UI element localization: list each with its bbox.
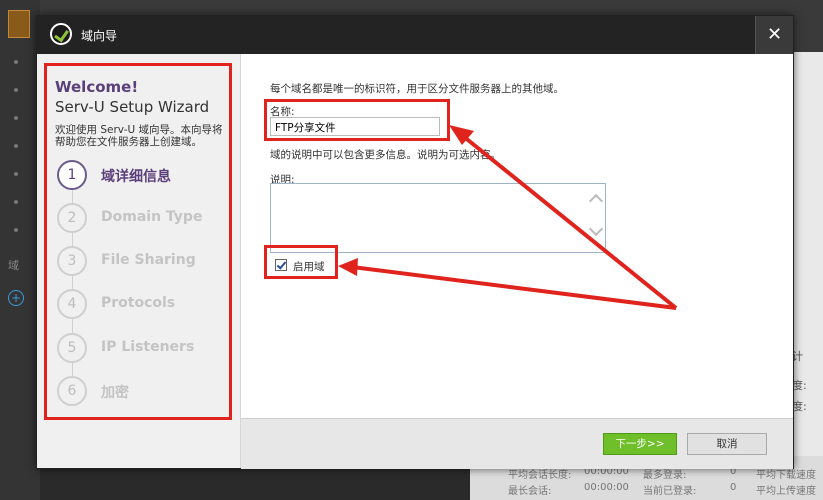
step-label: File Sharing xyxy=(101,252,196,268)
step-number: 5 xyxy=(57,333,87,363)
welcome-heading: Welcome! xyxy=(55,78,139,96)
step-label: Domain Type xyxy=(101,209,203,225)
step-label: IP Listeners xyxy=(101,339,195,355)
scroll-up-icon[interactable] xyxy=(588,193,604,209)
dialog-footer: 下一步>> 取消 xyxy=(241,418,793,469)
step-label: 域详细信息 xyxy=(101,169,171,185)
step-label: Protocols xyxy=(101,295,176,311)
background-stats-panel: 计 度: 度: xyxy=(790,52,823,500)
next-button[interactable]: 下一步>> xyxy=(603,433,677,455)
step-label: 加密 xyxy=(101,385,129,401)
domain-details-form: 每个域名都是唯一的标识符，用于区分文件服务器上的其他域。 名称: FTP分享文件… xyxy=(241,54,793,418)
sidebar-bullet xyxy=(14,228,18,232)
sidebar-bullet xyxy=(14,200,18,204)
sidebar-bullet xyxy=(14,60,18,64)
step-number: 2 xyxy=(57,203,87,233)
domain-name-input[interactable]: FTP分享文件 xyxy=(270,117,440,136)
step-number: 4 xyxy=(57,289,87,319)
dialog-titlebar[interactable]: 域向导 ✕ xyxy=(37,16,793,54)
stats-label: 度: xyxy=(792,379,807,392)
description-hint-text: 域的说明中可以包含更多信息。说明为可选内容。 xyxy=(270,149,501,161)
close-button[interactable]: ✕ xyxy=(755,16,793,54)
app-logo xyxy=(8,10,30,38)
sidebar-bullet xyxy=(14,116,18,120)
stat-value: 00:00:00 xyxy=(584,482,629,493)
sidebar-bullet xyxy=(14,172,18,176)
form-intro-text: 每个域名都是唯一的标识符，用于区分文件服务器上的其他域。 xyxy=(270,83,564,95)
step-number: 1 xyxy=(57,160,87,190)
sidebar-bullet xyxy=(14,88,18,92)
step-number: 3 xyxy=(57,246,87,276)
stats-label: 度: xyxy=(792,400,807,413)
description-textarea[interactable] xyxy=(270,183,606,253)
stat-label: 平均上传速度 xyxy=(756,486,816,497)
scroll-down-icon[interactable] xyxy=(588,221,604,237)
enable-domain-label: 启用域 xyxy=(293,261,325,273)
background-sidebar: 域 + xyxy=(0,0,40,500)
add-domain-icon[interactable]: + xyxy=(8,290,24,306)
wizard-description: 欢迎使用 Serv-U 域向导。本向导将帮助您在文件服务器上创建域。 xyxy=(55,124,223,148)
dialog-title: 域向导 xyxy=(81,29,118,43)
stat-label: 当前已登录: xyxy=(643,486,697,497)
enable-domain-checkbox[interactable] xyxy=(275,259,287,271)
wizard-steps-panel: Welcome! Serv-U Setup Wizard 欢迎使用 Serv-U… xyxy=(37,54,241,468)
domain-wizard-dialog: 域向导 ✕ Welcome! Serv-U Setup Wizard 欢迎使用 … xyxy=(36,15,794,469)
serv-u-logo-icon xyxy=(50,23,72,45)
sidebar-domain-label: 域 xyxy=(8,259,19,272)
wizard-title: Serv-U Setup Wizard xyxy=(55,98,210,116)
step-number: 6 xyxy=(57,376,87,406)
stat-label: 最长会话: xyxy=(508,486,552,497)
sidebar-bullet xyxy=(14,144,18,148)
cancel-button[interactable]: 取消 xyxy=(687,433,767,455)
stat-value: 0 xyxy=(730,482,737,493)
